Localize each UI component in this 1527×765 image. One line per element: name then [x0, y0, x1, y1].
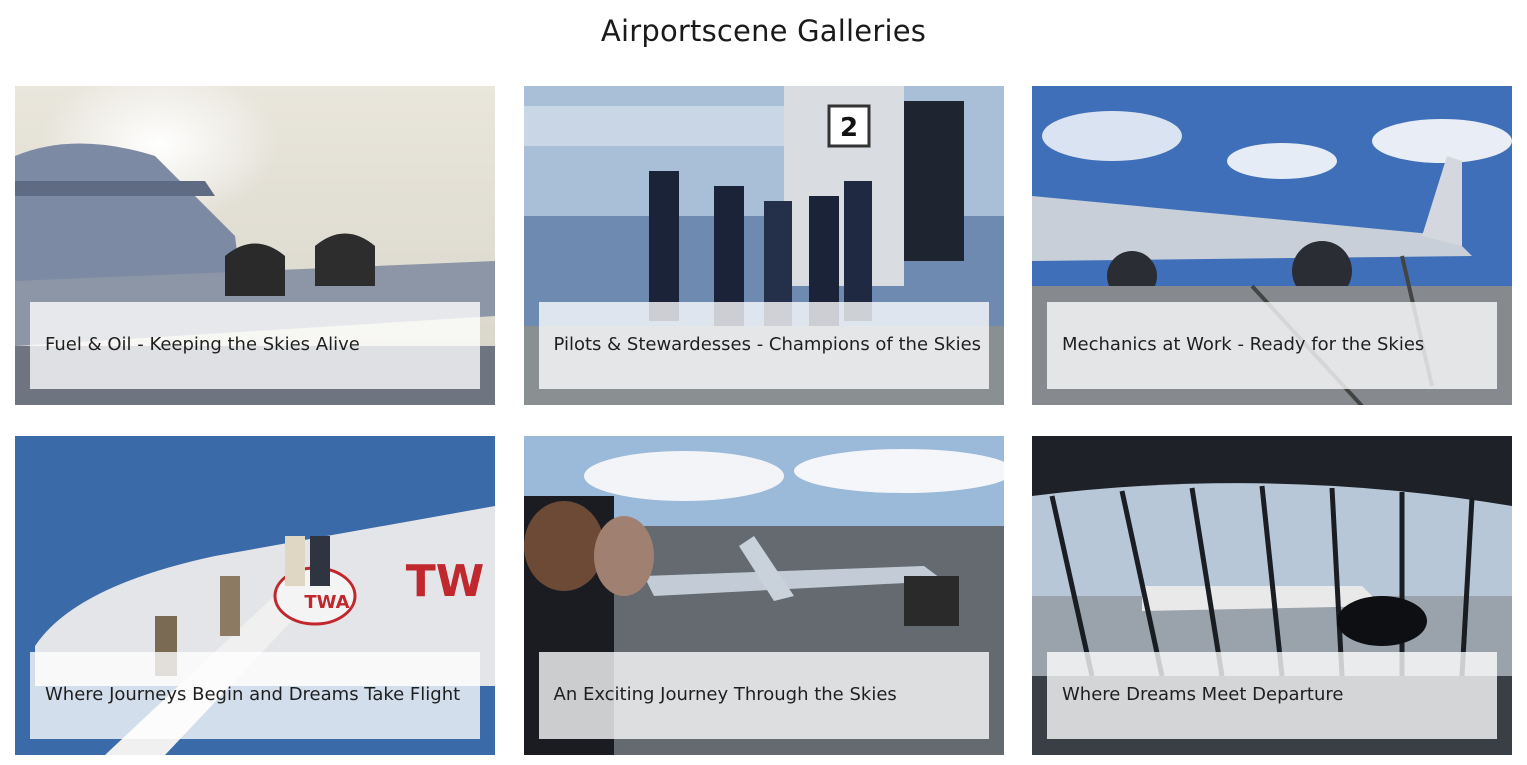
caption-panel: Where Dreams Meet Departure: [1047, 652, 1497, 739]
svg-text:TW: TW: [406, 556, 485, 607]
gallery-card-journeys-begin[interactable]: TW TWA Where Journeys Begin and Dreams T…: [15, 436, 495, 755]
gallery-grid: Fuel & Oil - Keeping the Skies Alive 2 P…: [15, 86, 1512, 755]
gallery-caption: An Exciting Journey Through the Skies: [553, 684, 897, 705]
caption-panel: Where Journeys Begin and Dreams Take Fli…: [30, 652, 480, 739]
gallery-caption: Where Dreams Meet Departure: [1062, 684, 1344, 705]
gallery-card-mechanics-at-work[interactable]: Mechanics at Work - Ready for the Skies: [1032, 86, 1512, 405]
caption-panel: An Exciting Journey Through the Skies: [538, 652, 989, 739]
svg-text:2: 2: [839, 113, 857, 143]
gallery-card-exciting-journey[interactable]: An Exciting Journey Through the Skies: [523, 436, 1004, 755]
caption-panel: Mechanics at Work - Ready for the Skies: [1047, 302, 1497, 389]
gallery-card-pilots-stewardesses[interactable]: 2 Pilots & Stewardesses - Champions of t…: [523, 86, 1004, 405]
gallery-caption: Mechanics at Work - Ready for the Skies: [1062, 334, 1425, 355]
caption-panel: Pilots & Stewardesses - Champions of the…: [538, 302, 989, 389]
page-title: Airportscene Galleries: [600, 14, 927, 48]
caption-panel: Fuel & Oil - Keeping the Skies Alive: [30, 302, 480, 389]
gallery-caption: Pilots & Stewardesses - Champions of the…: [553, 334, 982, 355]
svg-text:TWA: TWA: [304, 592, 349, 613]
gallery-caption: Where Journeys Begin and Dreams Take Fli…: [45, 684, 461, 705]
gallery-caption: Fuel & Oil - Keeping the Skies Alive: [45, 334, 360, 355]
gallery-card-fuel-oil[interactable]: Fuel & Oil - Keeping the Skies Alive: [15, 86, 495, 405]
gallery-card-dreams-departure[interactable]: Where Dreams Meet Departure: [1032, 436, 1512, 755]
